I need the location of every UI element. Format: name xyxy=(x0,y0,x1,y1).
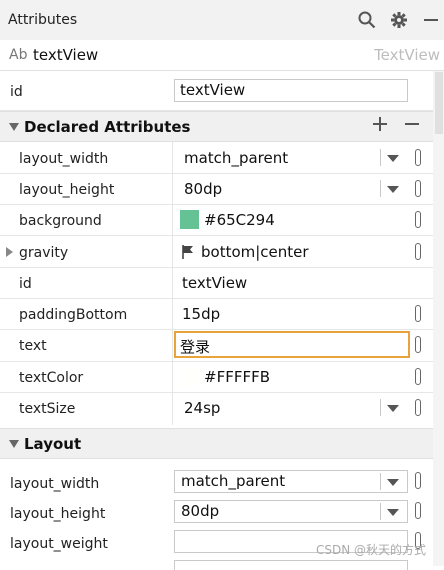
attr-value-text-color[interactable]: #FFFFFB xyxy=(204,368,270,386)
flag-icon xyxy=(181,244,195,260)
column-divider xyxy=(172,142,173,425)
attr-value-gravity[interactable]: bottom|center xyxy=(201,243,309,261)
resource-picker-icon[interactable] xyxy=(415,305,421,322)
dropdown-icon[interactable] xyxy=(387,186,399,193)
attr-value-padding-bottom[interactable]: 15dp xyxy=(182,305,220,323)
resource-picker-icon[interactable] xyxy=(415,336,421,353)
attr-label-gravity: gravity xyxy=(19,245,69,261)
attr-value-text: 登录 xyxy=(180,338,211,356)
attr-label-text-size: textSize xyxy=(19,401,76,417)
attr-value-text-size[interactable]: 24sp xyxy=(184,399,220,417)
layout-value-layout-width: match_parent xyxy=(181,472,286,490)
attr-value-background[interactable]: #65C294 xyxy=(204,211,275,229)
layout-label-layout-weight: layout_weight xyxy=(10,536,108,552)
divider xyxy=(0,392,433,393)
resource-picker-icon[interactable] xyxy=(415,472,421,489)
divider xyxy=(0,204,433,205)
divider xyxy=(0,329,433,330)
collapse-icon[interactable] xyxy=(9,440,19,448)
collapse-icon[interactable] xyxy=(9,123,19,131)
color-swatch[interactable] xyxy=(180,210,199,229)
attr-label-layout-width: layout_width xyxy=(19,151,109,167)
declared-attributes-title: Declared Attributes xyxy=(24,118,191,136)
panel-title: Attributes xyxy=(8,12,78,28)
resource-picker-icon[interactable] xyxy=(415,399,421,416)
resource-picker-icon[interactable] xyxy=(415,368,421,385)
attr-label-layout-height: layout_height xyxy=(19,182,115,198)
resource-picker-icon[interactable] xyxy=(415,149,421,166)
attr-label-background: background xyxy=(19,213,102,229)
layout-value-layout-height: 80dp xyxy=(181,502,220,520)
dropdown-icon[interactable] xyxy=(387,509,399,516)
resource-picker-icon[interactable] xyxy=(415,211,421,228)
resource-picker-icon[interactable] xyxy=(415,180,421,197)
divider xyxy=(0,235,433,236)
color-swatch[interactable] xyxy=(180,367,199,386)
resource-picker-icon[interactable] xyxy=(415,502,421,519)
component-name: textView xyxy=(33,46,99,64)
search-icon[interactable] xyxy=(356,9,378,31)
minus-icon[interactable] xyxy=(420,9,442,31)
attr-label-id: id xyxy=(19,276,32,292)
id-label: id xyxy=(10,84,23,100)
divider xyxy=(380,180,381,197)
component-type: TextView xyxy=(374,46,440,64)
layout-next-field[interactable] xyxy=(174,560,408,570)
id-input-value: textView xyxy=(180,81,246,99)
attr-label-text-color: textColor xyxy=(19,370,84,386)
layout-title: Layout xyxy=(24,435,82,453)
divider xyxy=(380,399,381,416)
divider xyxy=(0,173,433,174)
divider xyxy=(380,149,381,166)
attr-value-layout-height[interactable]: 80dp xyxy=(184,180,222,198)
dropdown-icon[interactable] xyxy=(387,405,399,412)
attr-label-padding-bottom: paddingBottom xyxy=(19,307,128,323)
divider xyxy=(380,503,381,520)
textview-type-icon: Ab xyxy=(9,47,28,63)
divider xyxy=(0,361,433,362)
dropdown-icon[interactable] xyxy=(387,155,399,162)
scrollbar-thumb[interactable] xyxy=(435,72,443,134)
layout-label-layout-width: layout_width xyxy=(10,476,100,492)
dropdown-icon[interactable] xyxy=(387,479,399,486)
remove-icon[interactable] xyxy=(404,116,420,132)
expand-icon[interactable] xyxy=(6,247,13,257)
watermark: CSDN @秋天的方式 xyxy=(316,543,427,557)
add-icon[interactable] xyxy=(372,116,388,132)
attr-label-text: text xyxy=(19,338,47,354)
attr-value-id[interactable]: textView xyxy=(182,274,247,292)
scrollbar-track[interactable] xyxy=(433,71,444,566)
layout-label-layout-height: layout_height xyxy=(10,506,106,522)
attr-value-layout-width[interactable]: match_parent xyxy=(184,149,288,167)
divider xyxy=(0,298,433,299)
divider xyxy=(0,267,433,268)
resource-picker-icon[interactable] xyxy=(415,243,421,260)
divider xyxy=(380,473,381,490)
gear-icon[interactable] xyxy=(388,9,410,31)
